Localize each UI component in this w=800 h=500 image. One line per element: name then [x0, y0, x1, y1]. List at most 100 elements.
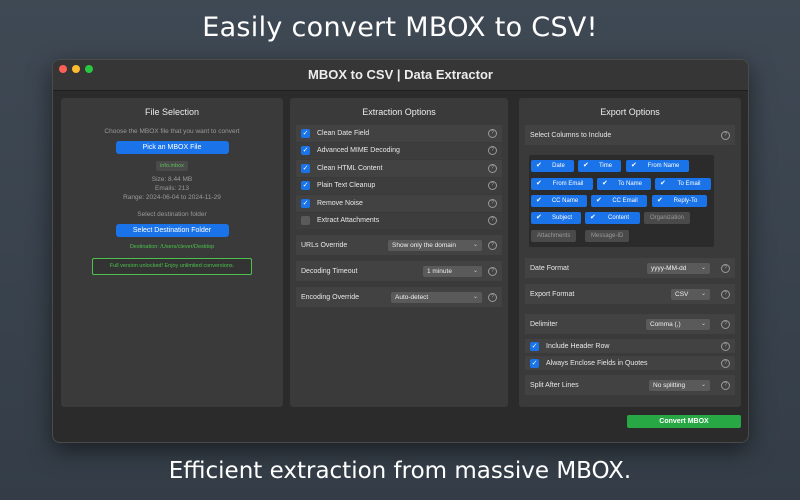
decoding-timeout-label: Decoding Timeout — [301, 267, 358, 275]
date-format-select[interactable]: yyyy-MM-dd ⌄ — [647, 262, 710, 274]
column-chip-message-id[interactable]: Message-ID — [585, 230, 630, 242]
help-icon[interactable]: ? — [488, 163, 497, 173]
column-chip-content[interactable]: Content — [585, 212, 640, 224]
decoding-timeout-select[interactable]: 1 minute ⌄ — [423, 265, 482, 277]
export-format-select[interactable]: CSV ⌄ — [671, 288, 710, 300]
checkbox-checked-icon[interactable]: ✓ — [301, 146, 310, 156]
columns-selector: Date Time From Name From Email To Name T… — [529, 155, 714, 247]
option-mime-decoding[interactable]: ✓ Advanced MIME Decoding ? — [296, 142, 502, 159]
select-columns-label: Select Columns to Include — [530, 131, 612, 139]
column-chip-organization[interactable]: Organization — [644, 212, 691, 224]
option-remove-noise[interactable]: ✓ Remove Noise ? — [296, 195, 502, 212]
help-icon[interactable]: ? — [721, 289, 730, 299]
export-options-title: Export Options — [600, 107, 660, 117]
date-format-value: yyyy-MM-dd — [651, 264, 687, 272]
checkbox-checked-icon[interactable]: ✓ — [301, 198, 310, 208]
headline-top: Easily convert MBOX to CSV! — [202, 12, 598, 43]
delimiter-label: Delimiter — [530, 320, 558, 328]
pick-mbox-button[interactable]: Pick an MBOX File — [115, 141, 229, 154]
split-after-row: Split After Lines No splitting ⌄ ? — [525, 375, 735, 395]
file-selection-panel: File Selection Choose the MBOX file that… — [61, 98, 283, 407]
extraction-options-panel: Extraction Options ✓ Clean Date Field ? … — [290, 98, 508, 407]
destination-prompt: Select destination folder — [137, 211, 207, 218]
option-clean-date[interactable]: ✓ Clean Date Field ? — [296, 125, 502, 142]
enclose-quotes-row[interactable]: ✓ Always Enclose Fields in Quotes ? — [525, 356, 735, 370]
help-icon[interactable]: ? — [721, 263, 730, 273]
split-after-value: No splitting — [653, 381, 686, 389]
help-icon[interactable]: ? — [488, 292, 497, 302]
headline-bottom: Efficient extraction from massive MBOX. — [168, 458, 632, 484]
option-label: Extract Attachments — [317, 217, 380, 225]
help-icon[interactable]: ? — [488, 198, 497, 208]
help-icon[interactable]: ? — [488, 181, 497, 191]
decoding-timeout-value: 1 minute — [427, 267, 452, 275]
option-label: Clean HTML Content — [317, 164, 383, 172]
choose-file-text: Choose the MBOX file that you want to co… — [104, 128, 240, 135]
file-selection-title: File Selection — [144, 107, 200, 117]
chevron-down-icon: ⌄ — [472, 241, 478, 248]
column-chip-from-email[interactable]: From Email — [531, 178, 593, 190]
option-label: Remove Noise — [317, 199, 363, 207]
column-chip-subject[interactable]: Subject — [531, 212, 581, 224]
option-clean-html[interactable]: ✓ Clean HTML Content ? — [296, 160, 502, 177]
checkbox-checked-icon[interactable]: ✓ — [530, 358, 539, 368]
help-icon[interactable]: ? — [721, 341, 730, 351]
decoding-timeout-row: Decoding Timeout 1 minute ⌄ ? — [296, 261, 502, 281]
title-bar: MBOX to CSV | Data Extractor — [53, 60, 748, 91]
help-icon[interactable]: ? — [488, 146, 497, 156]
urls-override-label: URLs Override — [301, 241, 348, 249]
window-title: MBOX to CSV | Data Extractor — [308, 67, 493, 82]
column-chip-time[interactable]: Time — [578, 160, 621, 172]
option-extract-attachments[interactable]: Extract Attachments ? — [296, 212, 502, 229]
help-icon[interactable]: ? — [721, 358, 730, 368]
help-icon[interactable]: ? — [721, 380, 730, 390]
help-icon[interactable]: ? — [488, 128, 497, 138]
split-after-select[interactable]: No splitting ⌄ — [649, 379, 710, 391]
checkbox-checked-icon[interactable]: ✓ — [301, 128, 310, 138]
enclose-quotes-label: Always Enclose Fields in Quotes — [546, 359, 648, 367]
select-destination-button[interactable]: Select Destination Folder — [115, 224, 229, 237]
chevron-down-icon: ⌄ — [700, 290, 706, 297]
app-window: MBOX to CSV | Data Extractor File Select… — [52, 59, 749, 443]
export-options-panel: Export Options Select Columns to Include… — [519, 98, 741, 407]
column-chip-to-name[interactable]: To Name — [597, 178, 651, 190]
column-chip-date[interactable]: Date — [531, 160, 574, 172]
option-plain-text[interactable]: ✓ Plain Text Cleanup ? — [296, 177, 502, 194]
include-header-label: Include Header Row — [546, 342, 610, 350]
date-range: Range: 2024-06-04 to 2024-11-29 — [123, 194, 221, 201]
delimiter-row: Delimiter Comma (,) ⌄ ? — [525, 314, 735, 334]
delimiter-select[interactable]: Comma (,) ⌄ — [646, 318, 710, 330]
urls-override-select[interactable]: Show only the domain ⌄ — [388, 239, 482, 251]
export-format-row: Export Format CSV ⌄ ? — [525, 284, 735, 304]
encoding-override-value: Auto-detect — [395, 293, 429, 301]
split-after-label: Split After Lines — [530, 381, 579, 389]
encoding-override-select[interactable]: Auto-detect ⌄ — [391, 291, 482, 303]
column-chip-from-name[interactable]: From Name — [626, 160, 689, 172]
help-icon[interactable]: ? — [488, 216, 497, 226]
help-icon[interactable]: ? — [721, 130, 730, 140]
export-format-value: CSV — [675, 290, 689, 298]
date-format-row: Date Format yyyy-MM-dd ⌄ ? — [525, 258, 735, 278]
checkbox-checked-icon[interactable]: ✓ — [301, 181, 310, 191]
help-icon[interactable]: ? — [721, 319, 730, 329]
delimiter-value: Comma (,) — [650, 320, 681, 328]
column-chip-cc-email[interactable]: CC Email — [591, 195, 647, 207]
column-chip-to-email[interactable]: To Email — [655, 178, 711, 190]
checkbox-checked-icon[interactable]: ✓ — [301, 163, 310, 173]
include-header-row[interactable]: ✓ Include Header Row ? — [525, 339, 735, 353]
extraction-options-list: ✓ Clean Date Field ? ✓ Advanced MIME Dec… — [296, 125, 502, 229]
chevron-down-icon: ⌄ — [700, 320, 706, 327]
help-icon[interactable]: ? — [488, 240, 497, 250]
checkbox-checked-icon[interactable]: ✓ — [530, 341, 539, 351]
option-label: Clean Date Field — [317, 129, 370, 137]
column-chip-attachments[interactable]: Attachments — [531, 230, 577, 242]
chevron-down-icon: ⌄ — [472, 293, 478, 300]
checkbox-unchecked-icon[interactable] — [301, 216, 310, 226]
option-label: Advanced MIME Decoding — [317, 147, 400, 155]
help-icon[interactable]: ? — [488, 266, 497, 276]
column-chip-reply-to[interactable]: Reply-To — [652, 195, 707, 207]
column-chip-cc-name[interactable]: CC Name — [531, 195, 587, 207]
select-columns-row: Select Columns to Include ? — [525, 125, 735, 145]
convert-mbox-button[interactable]: Convert MBOX — [627, 415, 741, 428]
urls-override-value: Show only the domain — [392, 241, 456, 249]
